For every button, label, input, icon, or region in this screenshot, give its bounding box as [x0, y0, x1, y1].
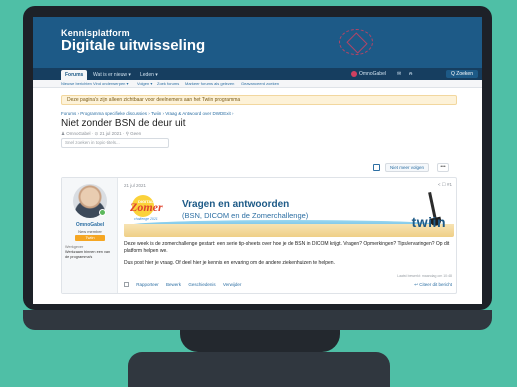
unfollow-button[interactable]: Niet meer volgen: [385, 163, 430, 172]
subnav-find-threads[interactable]: Vind onderwerpen ▾: [93, 81, 129, 86]
banner-subtitle: (BSN, DICOM en de Zomerchallenge): [182, 211, 309, 220]
user-name: OmnoGabel: [359, 71, 386, 77]
delete-link[interactable]: Verwijder: [223, 282, 242, 287]
online-badge-icon: [99, 209, 106, 216]
user-field-label: Werkgever: [65, 245, 84, 249]
banner-sand: [124, 224, 454, 237]
more-options-button[interactable]: •••: [437, 163, 449, 172]
user-menu[interactable]: OmnoGabel: [351, 70, 386, 79]
post-user-title: New member: [78, 229, 102, 234]
user-field-value: Werkzaam binnen een van de programma's: [65, 250, 111, 259]
post-share-bookmark[interactable]: < ☐ #1: [438, 182, 452, 188]
sub-nav: Nieuwe berichten Vind onderwerpen ▾ Volg…: [33, 80, 482, 88]
edit-link[interactable]: Bewerk: [166, 282, 181, 287]
page-title: Niet zonder BSN de deur uit: [61, 118, 186, 129]
bell-icon[interactable]: ⍾: [409, 70, 412, 79]
inbox-icon[interactable]: ✉: [397, 70, 401, 79]
subnav-follow[interactable]: Volgen ▾: [137, 81, 152, 86]
thread-search-input[interactable]: Snel zoeken in topic-titels...: [61, 138, 169, 148]
quote-button[interactable]: ↩ Citeer dit bericht: [414, 282, 452, 288]
post-user-panel: OmnoGabel New member Twiin Werkgever Wer…: [62, 178, 118, 293]
post-paragraph: Deze week is de zomerchallenge gestart: …: [124, 241, 450, 254]
subnav-advanced-search[interactable]: Geavanceerd zoeken: [241, 81, 279, 86]
subnav-search-forums[interactable]: Zoek forums: [157, 81, 179, 86]
post-banner-image: DIGITALE Zomer challenge 2021 Vragen en …: [124, 192, 454, 237]
calendar-icon[interactable]: [373, 164, 380, 171]
banner-logo-sub: challenge 2021: [134, 217, 158, 221]
post: OmnoGabel New member Twiin Werkgever Wer…: [61, 177, 457, 294]
post-user-name[interactable]: OmnoGabel: [62, 222, 118, 228]
subnav-mark-read[interactable]: Markeer forums als gelezen: [185, 81, 234, 86]
post-paragraph: Dus post hier je vraag. Of deel hier je …: [124, 260, 335, 266]
header-stamp-logo: [339, 29, 373, 55]
monitor-chin: [23, 310, 492, 330]
last-edited-note: Laatst bewerkt: maandag om 10:48: [397, 274, 452, 278]
thread-meta: ♟ OmnoGabel · ⊙ 21 jul 2021 · ⚲ Geen: [61, 131, 142, 136]
tab-forums[interactable]: Forums: [61, 70, 88, 80]
monitor-screen: Kennisplatform Digitale uitwisseling For…: [33, 17, 482, 304]
subnav-new-posts[interactable]: Nieuwe berichten: [61, 81, 92, 86]
report-link[interactable]: Rapporteer: [136, 282, 159, 287]
zomer-logo: Zomer: [130, 200, 163, 214]
avatar[interactable]: [73, 184, 107, 218]
tab-whats-new[interactable]: Wat is er nieuw ▾: [89, 70, 135, 80]
monitor-stand-neck: [180, 330, 340, 352]
user-avatar-icon: [351, 70, 357, 77]
user-role-banner: Twiin: [75, 235, 105, 241]
twiin-logo: twiin: [411, 214, 446, 230]
post-date[interactable]: 21 jul 2021: [124, 183, 146, 188]
main-nav: Forums Wat is er nieuw ▾ Leden ▾ OmnoGab…: [33, 68, 482, 80]
site-header: Kennisplatform Digitale uitwisseling: [33, 17, 482, 68]
monitor-stand-base: [128, 352, 390, 387]
history-link[interactable]: Geschiedenis: [188, 282, 215, 287]
brand-title[interactable]: Digitale uitwisseling: [61, 37, 205, 54]
banner-title: Vragen en antwoorden: [182, 199, 290, 210]
post-body: Deze week is de zomerchallenge gestart: …: [124, 241, 454, 273]
notice-banner: Deze pagina's zijn alleen zichtbaar voor…: [61, 95, 457, 105]
search-button[interactable]: Q Zoeken: [446, 70, 478, 78]
select-post-checkbox[interactable]: [124, 282, 129, 288]
post-footer: Rapporteer Bewerk Geschiedenis Verwijder: [124, 282, 247, 288]
breadcrumb[interactable]: Forums › Programma specifieke discussies…: [61, 111, 234, 116]
tab-members[interactable]: Leden ▾: [136, 70, 162, 80]
